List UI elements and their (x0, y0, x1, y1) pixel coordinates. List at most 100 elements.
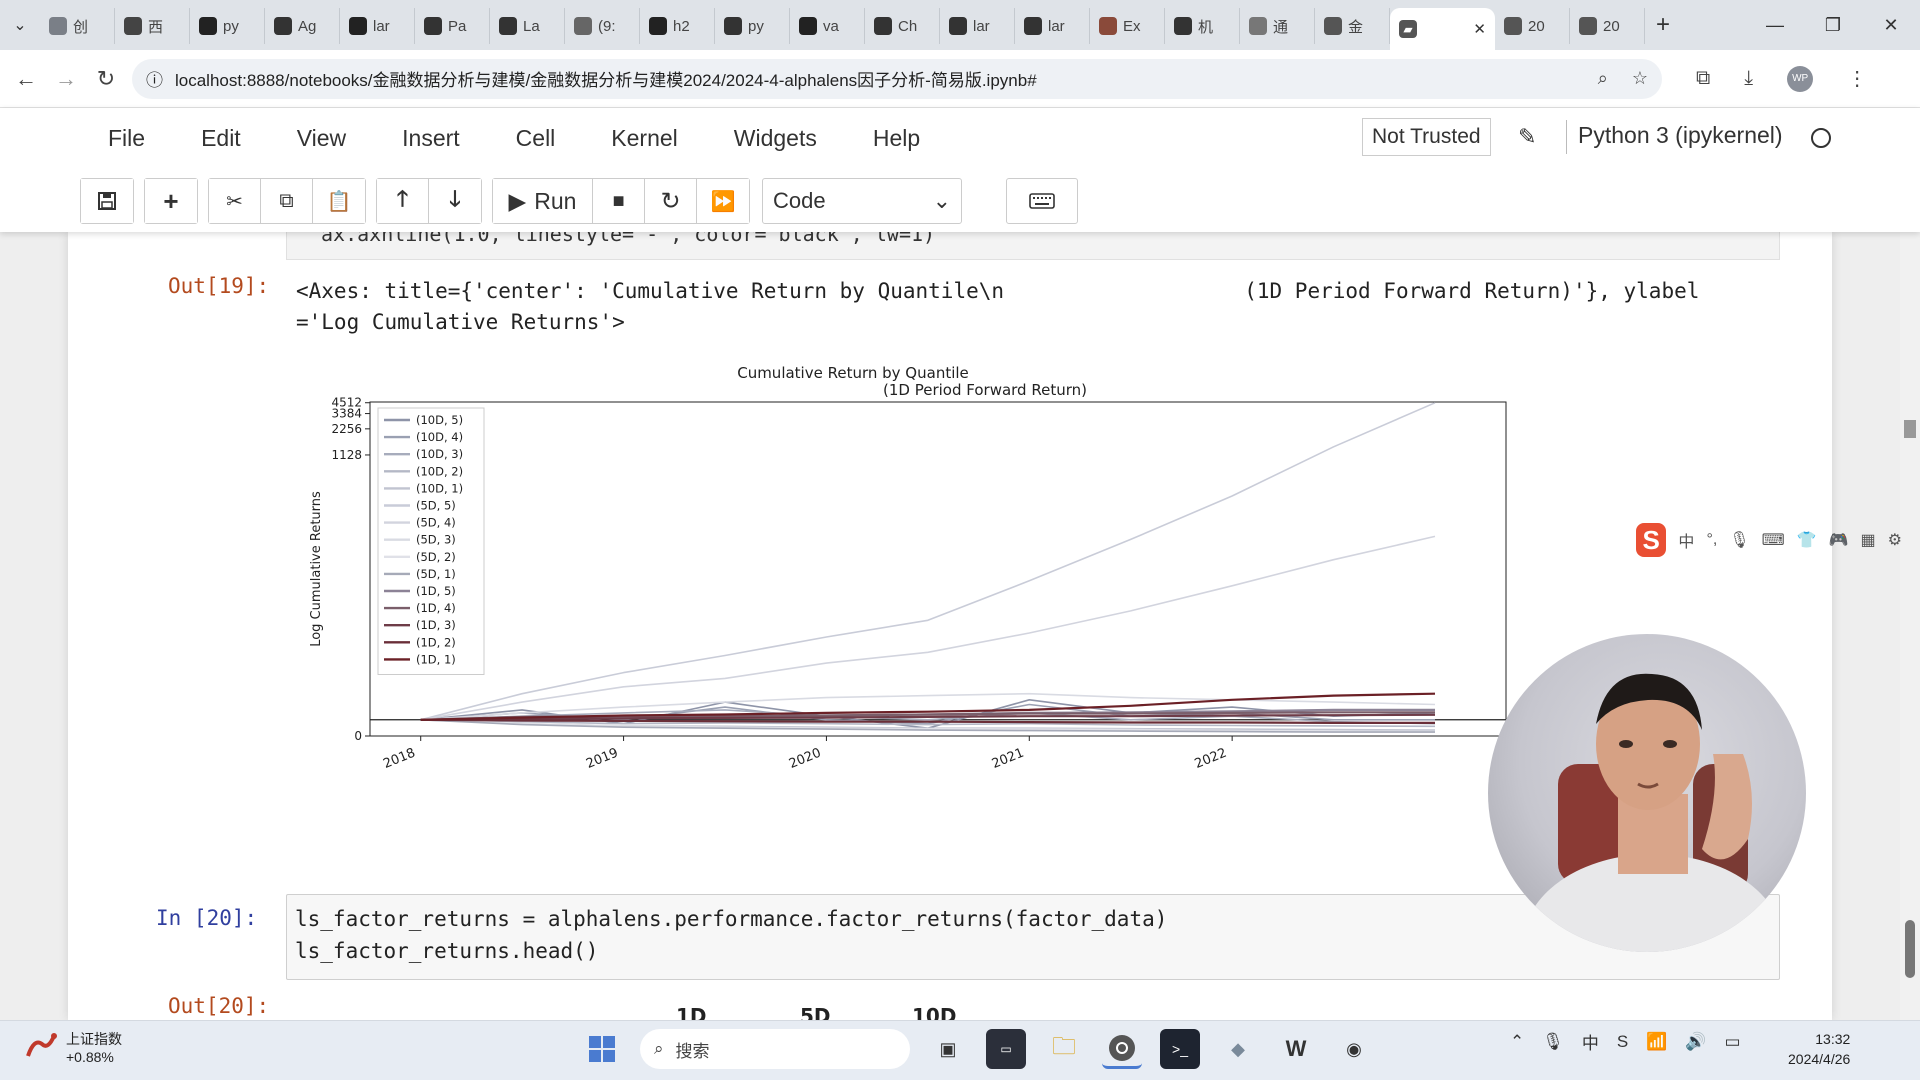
keyboard-shortcuts-button[interactable] (1006, 178, 1078, 224)
kernel-name[interactable]: Python 3 (ipykernel) (1578, 122, 1783, 149)
tab-5[interactable]: Pa (415, 8, 490, 44)
url-field[interactable]: ⓘ localhost:8888/notebooks/金融数据分析与建模/金融数… (132, 58, 1662, 99)
tab-extra-0[interactable]: 20 (1495, 8, 1570, 44)
tab-8[interactable]: h2 (640, 8, 715, 44)
run-button[interactable]: ▶ Run (493, 179, 593, 223)
taskbar-search[interactable]: ⌕ 搜索 (640, 1029, 910, 1069)
previous-cell-code[interactable]: ax.axhline(1.0, linestyle='-', color='bl… (286, 232, 1780, 260)
menu-widgets[interactable]: Widgets (706, 125, 845, 152)
kernel-status-icon (1811, 128, 1831, 148)
wifi-icon[interactable]: 📶 (1646, 1032, 1667, 1052)
tab-extra-1[interactable]: 20 (1570, 8, 1645, 44)
zoom-icon[interactable]: ⌕ (1598, 68, 1608, 89)
tab-14[interactable]: Ex (1090, 8, 1165, 44)
bookmark-star-icon[interactable]: ☆ (1632, 68, 1648, 89)
menu-view[interactable]: View (269, 125, 374, 152)
tab-16[interactable]: 通 (1240, 8, 1315, 44)
profile-avatar[interactable]: WP (1787, 65, 1814, 92)
back-icon[interactable]: ← (6, 59, 46, 99)
settings-icon[interactable]: ⚙ (1888, 530, 1902, 550)
scroll-thumb[interactable] (1905, 920, 1915, 978)
cell-type-select[interactable]: Code ⌄ (762, 178, 962, 224)
stock-widget[interactable]: 上证指数 +0.88% (24, 1029, 122, 1065)
cut-icon[interactable]: ✂ (209, 179, 261, 223)
move-up-icon[interactable]: 🡑 (377, 179, 429, 223)
copy-icon[interactable]: ⧉ (261, 179, 313, 223)
tab-15[interactable]: 机 (1165, 8, 1240, 44)
wps-icon[interactable]: W (1276, 1029, 1316, 1069)
stock-icon (26, 1033, 57, 1057)
tab-7[interactable]: (9: (565, 8, 640, 44)
insert-cell-icon[interactable]: + (145, 179, 197, 223)
download-icon[interactable]: ⤓ (1744, 67, 1753, 90)
ime-punct-toggle[interactable]: °, (1706, 531, 1717, 549)
menu-kernel[interactable]: Kernel (583, 125, 705, 152)
grid-icon[interactable]: ▦ (1861, 530, 1876, 550)
microphone-icon[interactable]: 🎙 (1542, 1032, 1564, 1052)
close-tab-icon[interactable]: ✕ (1473, 20, 1486, 38)
forward-icon[interactable]: → (46, 59, 86, 99)
sogou-tray-icon[interactable]: S (1617, 1032, 1628, 1052)
menu-edit[interactable]: Edit (173, 125, 269, 152)
tab-11[interactable]: Ch (865, 8, 940, 44)
reload-icon[interactable]: ↻ (86, 59, 126, 99)
skin-icon[interactable]: 👕 (1797, 530, 1817, 550)
tab-12[interactable]: lar (940, 8, 1015, 44)
chrome-icon[interactable] (1102, 1029, 1142, 1069)
keyboard-icon[interactable]: ⌨ (1762, 530, 1785, 550)
menu-cell[interactable]: Cell (488, 125, 584, 152)
tab-6[interactable]: La (490, 8, 565, 44)
cmd-icon[interactable]: >_ (1160, 1029, 1200, 1069)
tab-search-chevron-icon[interactable]: ⌄ (0, 0, 40, 50)
volume-icon[interactable]: 🔊 (1685, 1032, 1706, 1052)
menu-help[interactable]: Help (845, 125, 948, 152)
task-view-icon[interactable]: ▣ (928, 1029, 968, 1069)
extensions-icon[interactable]: ⧉ (1696, 67, 1710, 90)
legend-label: (1D, 4) (416, 601, 456, 615)
paste-icon[interactable]: 📋 (313, 179, 365, 223)
tab-4[interactable]: lar (340, 8, 415, 44)
file-explorer-icon[interactable]: 🗀 (1044, 1029, 1084, 1069)
move-down-icon[interactable]: 🡓 (429, 179, 481, 223)
not-trusted-button[interactable]: Not Trusted (1362, 118, 1491, 156)
gamepad-icon[interactable]: 🎮 (1829, 530, 1849, 550)
tab-label: lar (973, 17, 990, 35)
site-info-icon[interactable]: ⓘ (146, 66, 163, 91)
menu-insert[interactable]: Insert (374, 125, 488, 152)
chart-subtitle: (1D Period Forward Return) (883, 381, 1087, 399)
tab-3[interactable]: Ag (265, 8, 340, 44)
tray-chevron-icon[interactable]: ⌃ (1510, 1032, 1524, 1052)
save-icon[interactable] (81, 179, 133, 223)
stop-icon[interactable]: ■ (593, 179, 645, 223)
new-tab-button[interactable]: + (1645, 11, 1681, 39)
tab-9[interactable]: py (715, 8, 790, 44)
bilibili-icon (874, 17, 892, 35)
menu-file[interactable]: File (80, 125, 173, 152)
sogou-logo-icon[interactable]: S (1636, 523, 1667, 557)
tab-active[interactable]: ▰ ✕ (1390, 8, 1495, 50)
ime-lang-toggle[interactable]: 中 (1678, 528, 1694, 552)
restore-icon[interactable]: ❐ (1804, 15, 1862, 36)
microphone-icon[interactable]: 🎙 (1729, 530, 1749, 550)
recorder-icon[interactable]: ◉ (1334, 1029, 1374, 1069)
fast-forward-icon[interactable]: ⏩ (697, 179, 749, 223)
page-scrollbar[interactable] (1900, 232, 1920, 1020)
taskbar-clock[interactable]: 13:32 2024/4/26 (1788, 1029, 1850, 1069)
tab-2[interactable]: py (190, 8, 265, 44)
tab-1[interactable]: 西 (115, 8, 190, 44)
close-window-icon[interactable]: ✕ (1862, 15, 1920, 36)
tab-13[interactable]: lar (1015, 8, 1090, 44)
more-menu-icon[interactable]: ⋮ (1847, 66, 1867, 91)
start-icon[interactable] (582, 1029, 622, 1069)
ime-mode-icon[interactable]: 中 (1582, 1029, 1599, 1054)
tab-0[interactable]: 创 (40, 8, 115, 44)
app-icon[interactable]: ◆ (1218, 1029, 1258, 1069)
tab-label: lar (1048, 17, 1065, 35)
terminal-app-icon[interactable]: ▭ (986, 1029, 1026, 1069)
tab-10[interactable]: va (790, 8, 865, 44)
battery-icon[interactable]: ▭ (1725, 1032, 1741, 1052)
tab-17[interactable]: 金 (1315, 8, 1390, 44)
restart-icon[interactable]: ↻ (645, 179, 697, 223)
minimize-icon[interactable]: — (1746, 15, 1804, 36)
pencil-icon[interactable]: ✎ (1518, 124, 1536, 150)
